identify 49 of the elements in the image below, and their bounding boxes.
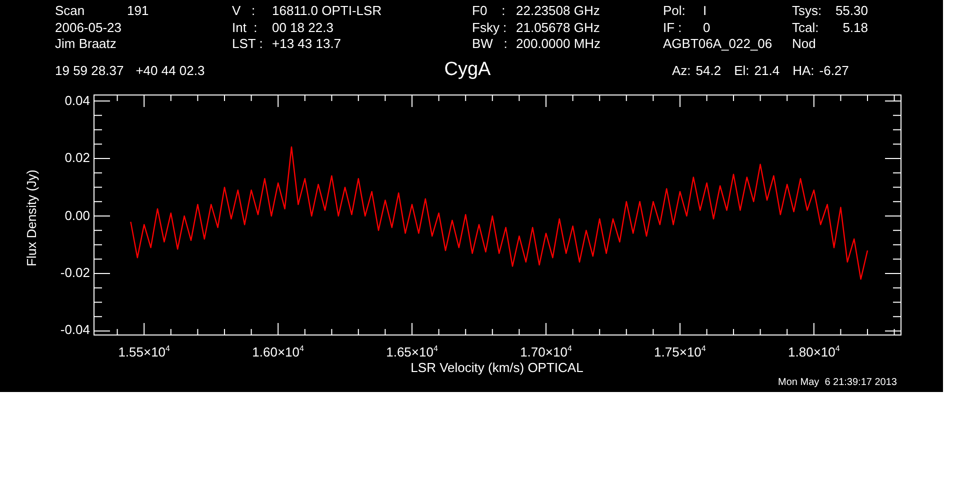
field-label: Pol: — [663, 3, 686, 20]
timestamp: Mon May 6 21:39:17 2013 — [778, 376, 897, 388]
field-label: Tsys: — [792, 3, 823, 20]
field-value: 21.4 — [754, 62, 780, 78]
axis-title: LSR Velocity (km/s) OPTICAL — [410, 360, 584, 376]
field-value: 21.05678 GHz — [516, 20, 600, 36]
field-value: Nod — [792, 36, 816, 52]
field-label: El: — [734, 62, 750, 78]
field-label: Az: — [672, 62, 691, 78]
axis-tick-label: 1.75×10$^{4}$ — [653, 342, 707, 360]
field-value: 191 — [127, 3, 149, 20]
field-value: +13 43 13.7 — [272, 36, 342, 52]
axis-tick-label: 1.65×10$^{4}$ — [385, 342, 439, 360]
axis-tick-label: 0.02 — [64, 150, 90, 166]
source-name: CygA — [444, 58, 491, 80]
field-value: 22.23508 GHz — [516, 3, 600, 20]
field-value: -6.27 — [819, 62, 849, 78]
axis-tick-label: 0.00 — [64, 208, 90, 224]
field-label: IF : — [663, 20, 683, 36]
field-label: Tcal: — [792, 20, 820, 36]
axis-title: Flux Density (Jy) — [24, 168, 40, 268]
field-label: F0 : — [472, 3, 506, 20]
axis-tick-label: 0.04 — [64, 92, 90, 109]
field-value: 55.30 — [834, 3, 868, 20]
field-value: AGBT06A_022_06 — [663, 36, 772, 52]
axis-tick-label: 1.60×10$^{4}$ — [251, 342, 305, 360]
axis-tick-label: 1.70×10$^{4}$ — [519, 342, 573, 360]
axis-tick-label: -0.02 — [60, 264, 90, 281]
field-value: Jim Braatz — [55, 36, 116, 52]
field-label: BW : — [472, 36, 508, 52]
declination: +40 44 02.3 — [136, 62, 205, 78]
field-label: Int : — [232, 20, 258, 36]
field-label: Scan — [55, 3, 86, 20]
field-label: Fsky : — [472, 20, 508, 36]
field-value: 54.2 — [696, 62, 722, 78]
field-value: 200.0000 MHz — [516, 36, 601, 52]
right-ascension: 19 59 28.37 — [55, 62, 124, 78]
field-label: V : — [232, 3, 256, 20]
field-label: LST : — [232, 36, 264, 52]
field-value: 00 18 22.3 — [272, 20, 334, 36]
field-value: 0 — [703, 20, 710, 36]
axis-tick-label: 1.55×10$^{4}$ — [117, 342, 171, 360]
field-label: HA: — [792, 62, 814, 78]
field-value: 5.18 — [842, 20, 868, 36]
field-value: I — [703, 3, 707, 20]
field-value: 16811.0 OPTI-LSR — [272, 3, 382, 20]
field-value: 2006-05-23 — [55, 20, 122, 36]
axis-tick-label: 1.80×10$^{4}$ — [787, 342, 841, 360]
axis-tick-label: -0.04 — [60, 322, 90, 338]
